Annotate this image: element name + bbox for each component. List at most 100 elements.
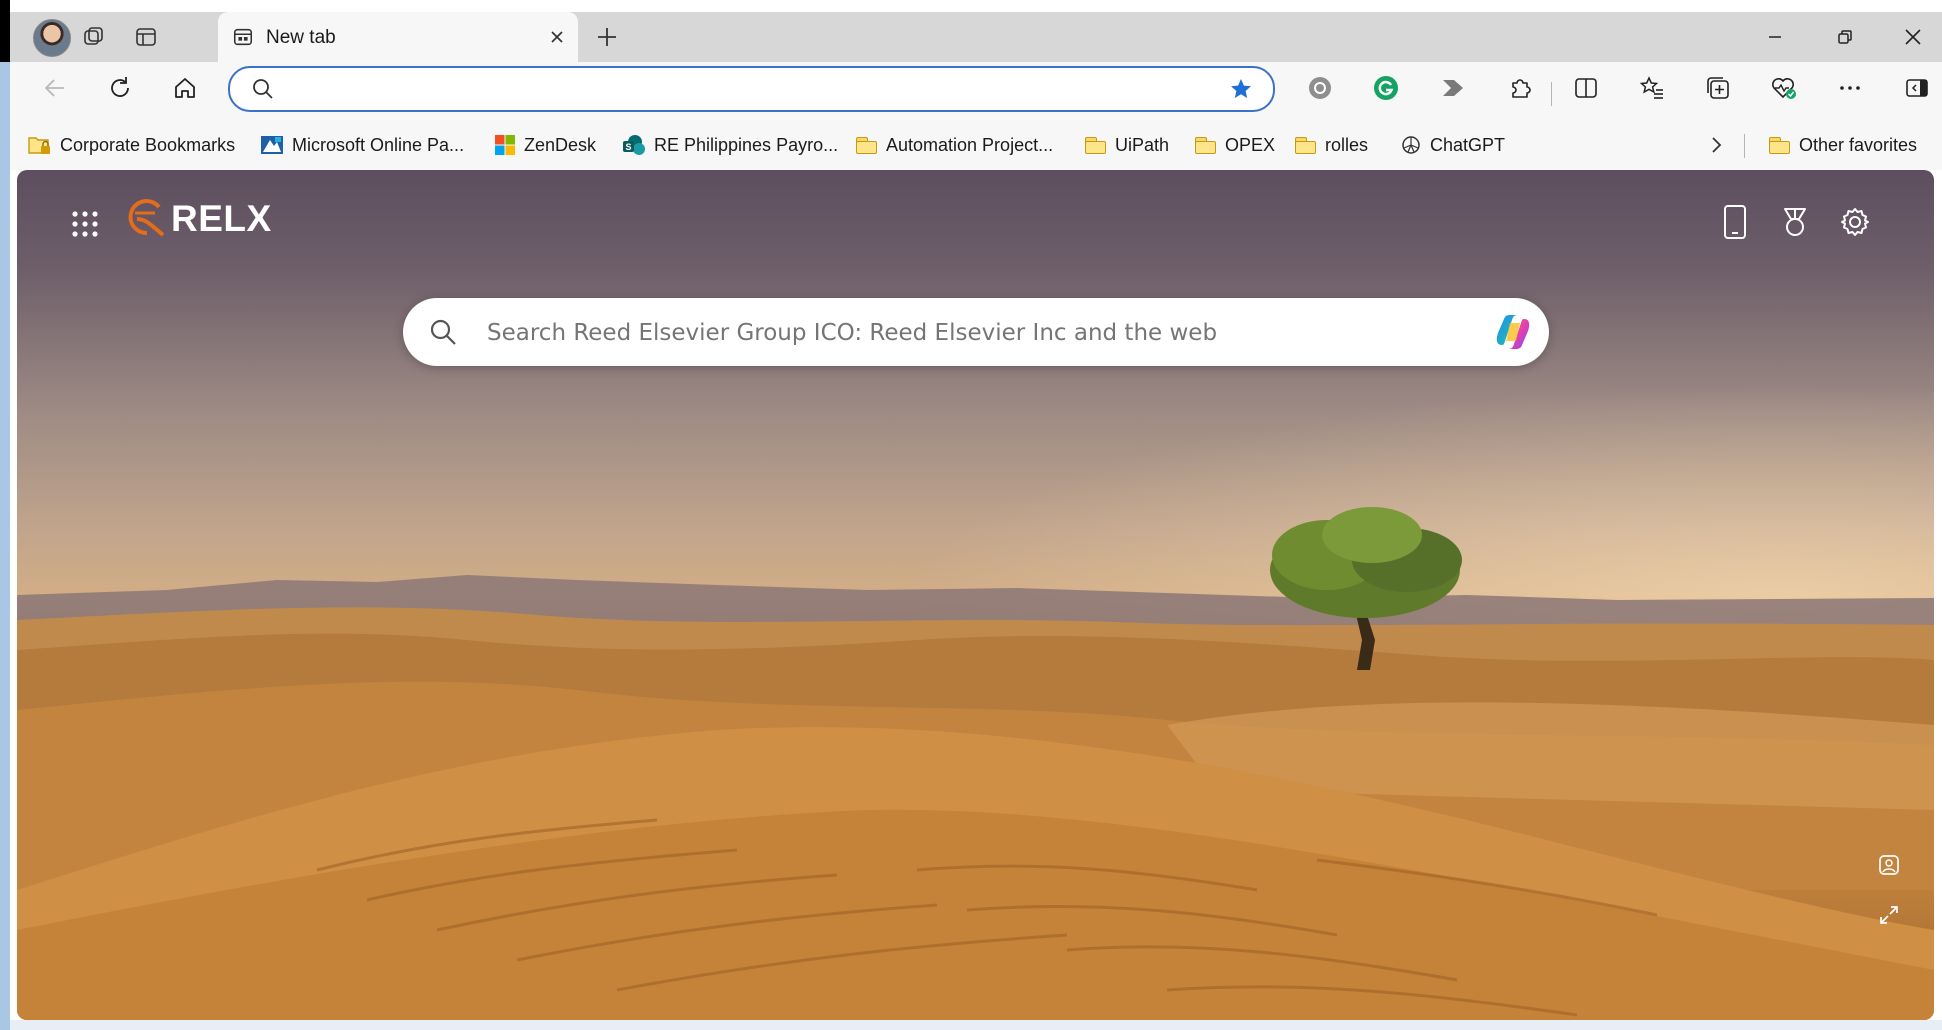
relx-logo-mark-icon <box>128 199 165 237</box>
folder-lock-icon <box>28 134 52 156</box>
close-window-button[interactable] <box>1888 20 1938 54</box>
workspaces-button[interactable] <box>75 20 113 54</box>
other-favorites-folder[interactable]: Other favorites <box>1769 130 1917 160</box>
image-icon <box>1879 855 1899 875</box>
sharepoint-icon: S <box>622 134 646 156</box>
window-left-edge <box>0 0 10 62</box>
favorites-list-icon <box>1639 76 1663 99</box>
web-search-input[interactable] <box>485 316 1449 350</box>
arrow-extension-icon <box>1443 80 1463 96</box>
bookmarks-overflow-button[interactable] <box>1708 130 1724 160</box>
folder-icon <box>1295 136 1317 154</box>
bookmark-label: Microsoft Online Pa... <box>292 134 465 155</box>
sidebar-icon <box>1906 79 1928 97</box>
search-icon <box>252 78 274 100</box>
bookmark-item[interactable]: OPEX <box>1195 130 1275 160</box>
copilot-icon <box>1496 315 1530 349</box>
expand-background-button[interactable] <box>1874 900 1904 930</box>
minimize-icon <box>1769 36 1781 38</box>
puzzle-icon <box>1512 79 1531 98</box>
bookmark-item[interactable]: Corporate Bookmarks <box>28 130 235 160</box>
refresh-button[interactable] <box>100 70 140 106</box>
grammarly-icon <box>1374 76 1398 100</box>
apps-launcher-button[interactable] <box>63 202 107 246</box>
bookmark-label: OPEX <box>1225 134 1276 155</box>
collections-icon <box>1707 77 1729 99</box>
tab-actions-icon <box>136 28 156 46</box>
extensions-button[interactable] <box>1500 70 1540 106</box>
sidebar-toggle-button[interactable] <box>1897 70 1937 106</box>
background-info-button[interactable] <box>1874 850 1904 880</box>
bookmark-label: rolles <box>1325 134 1369 155</box>
split-screen-button[interactable] <box>1566 70 1606 106</box>
navigation-toolbar <box>10 62 1942 122</box>
restore-button[interactable] <box>1820 20 1870 54</box>
bookmark-label: RE Philippines Payro... <box>654 134 839 155</box>
waffle-grid-icon <box>72 211 98 237</box>
bookmark-item[interactable]: rolles <box>1295 130 1368 160</box>
tab-title: New tab <box>266 27 336 48</box>
bookmark-label: UiPath <box>1115 134 1170 155</box>
gear-icon <box>1841 208 1869 236</box>
copilot-button[interactable] <box>1491 310 1535 354</box>
phone-icon <box>1724 205 1746 239</box>
vertical-tabs-button[interactable] <box>127 20 165 54</box>
minimize-button[interactable] <box>1750 20 1800 54</box>
microsoft-online-icon <box>260 134 284 156</box>
folder-icon <box>856 136 878 154</box>
phone-button[interactable] <box>1713 200 1757 244</box>
refresh-icon <box>111 77 129 97</box>
bookmark-item[interactable]: ZenDesk <box>494 130 596 160</box>
chevron-right-icon <box>1712 137 1722 153</box>
bookmark-item[interactable]: Automation Project... <box>856 130 1053 160</box>
address-input[interactable] <box>286 76 1190 104</box>
more-dots-icon <box>1840 86 1860 90</box>
grammarly-button[interactable] <box>1366 70 1406 106</box>
favorite-star-icon[interactable] <box>1229 77 1253 101</box>
extension-arrow-button[interactable] <box>1433 70 1473 106</box>
restore-icon <box>1838 30 1852 44</box>
bookmark-item[interactable]: UiPath <box>1085 130 1169 160</box>
home-button[interactable] <box>165 70 205 106</box>
bookmark-label: ZenDesk <box>524 134 597 155</box>
windows-logo-icon <box>494 134 516 156</box>
close-tab-icon[interactable] <box>546 26 568 48</box>
page-settings-button[interactable] <box>1833 200 1877 244</box>
bookmark-label: ChatGPT <box>1430 134 1506 155</box>
window-bottom-edge <box>10 1020 1942 1030</box>
chatgpt-icon <box>1400 134 1422 156</box>
address-bar[interactable] <box>228 66 1275 112</box>
bookmark-item[interactable]: ChatGPT <box>1400 130 1505 160</box>
web-search-box[interactable] <box>403 298 1549 366</box>
favorites-button[interactable] <box>1632 70 1672 106</box>
bookmark-item[interactable]: Microsoft Online Pa... <box>260 130 464 160</box>
workspaces-icon <box>84 27 103 45</box>
svg-text:S: S <box>625 142 631 152</box>
new-tab-favicon-icon <box>232 26 254 48</box>
gear-extension-icon <box>1309 77 1331 99</box>
rewards-button[interactable] <box>1773 200 1817 244</box>
browser-essentials-button[interactable] <box>1764 70 1804 106</box>
folder-icon <box>1769 136 1791 154</box>
search-icon <box>429 318 457 346</box>
collections-button[interactable] <box>1698 70 1738 106</box>
favorites-bar: Corporate Bookmarks Microsoft Online Pa.… <box>10 122 1942 170</box>
heart-pulse-icon <box>1772 78 1796 99</box>
desktop-edge <box>0 62 10 1030</box>
expand-icon <box>1880 906 1898 924</box>
folder-icon <box>1195 136 1217 154</box>
back-button[interactable] <box>35 70 75 106</box>
extension-gear-button[interactable] <box>1300 70 1340 106</box>
bookmark-item[interactable]: S RE Philippines Payro... <box>622 130 838 160</box>
profile-avatar[interactable] <box>33 19 71 57</box>
new-tab-button[interactable] <box>590 20 624 54</box>
organization-logo: RELX <box>125 198 272 240</box>
trophy-medal-icon <box>1784 208 1806 236</box>
more-menu-button[interactable] <box>1830 70 1870 106</box>
new-tab-page: RELX <box>17 170 1934 1020</box>
tab-new-tab[interactable]: New tab <box>218 12 578 62</box>
folder-icon <box>1085 136 1107 154</box>
close-icon <box>1905 29 1921 45</box>
bookmarks-separator <box>1744 134 1745 158</box>
bookmark-label: Corporate Bookmarks <box>60 134 236 155</box>
